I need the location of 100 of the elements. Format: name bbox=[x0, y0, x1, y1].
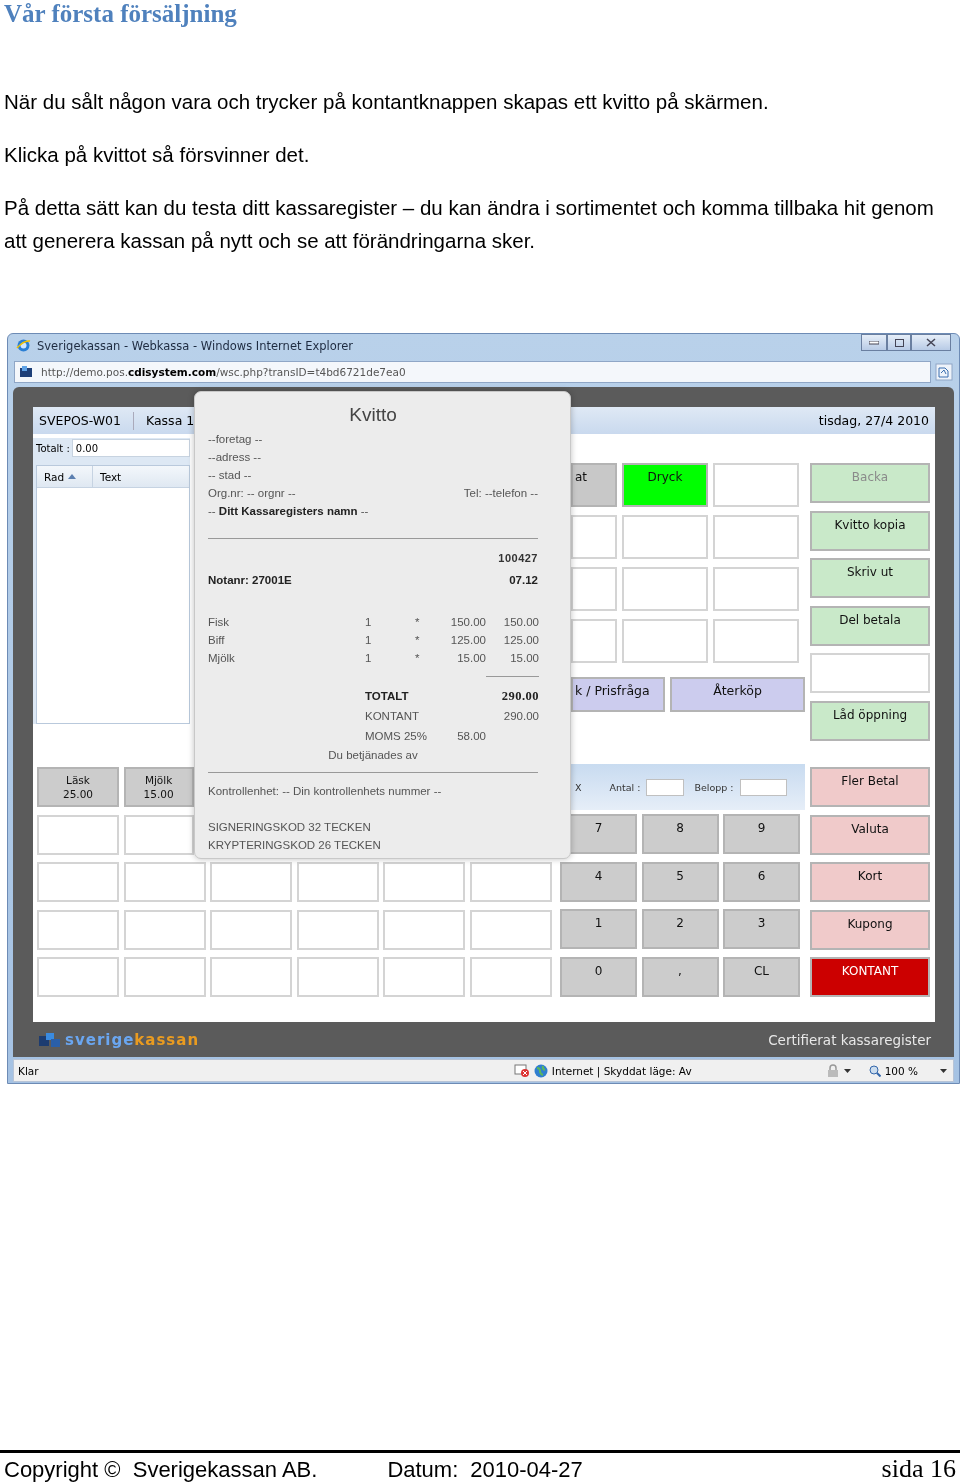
lookup-button[interactable]: Återköp bbox=[670, 677, 805, 712]
keypad-key[interactable]: 8 bbox=[641, 814, 719, 854]
total-field: 0.00 bbox=[71, 439, 190, 457]
empty-button[interactable] bbox=[469, 909, 552, 950]
paragraph: På detta sätt kan du testa ditt kassaregister – du kan ändra i sortimentet och komma tillbaka hit genom att generera kassan på nytt och se att förändringarna sker. bbox=[4, 195, 935, 254]
empty-button[interactable] bbox=[383, 909, 466, 950]
empty-button[interactable] bbox=[622, 567, 708, 611]
empty-button[interactable] bbox=[571, 619, 617, 663]
payment-button[interactable]: Valuta bbox=[810, 814, 930, 855]
empty-button[interactable] bbox=[713, 515, 799, 559]
empty-button[interactable] bbox=[713, 619, 799, 663]
empty-button[interactable] bbox=[622, 619, 708, 663]
function-button[interactable]: Skriv ut bbox=[810, 558, 930, 598]
payment-button[interactable]: Kort bbox=[810, 862, 930, 902]
keypad-key[interactable]: 9 bbox=[723, 814, 800, 854]
empty-button[interactable] bbox=[37, 814, 119, 855]
paragraph: Klicka på kvittot så försvinner det. bbox=[4, 142, 311, 168]
item-name: Mjölk bbox=[208, 652, 236, 664]
lookup-button[interactable]: k / Prisfråga bbox=[571, 677, 665, 712]
keypad-key[interactable]: 2 bbox=[641, 909, 719, 949]
empty-button[interactable] bbox=[210, 957, 293, 997]
payment-button[interactable]: KONTANT bbox=[810, 957, 930, 997]
close-icon bbox=[926, 338, 936, 347]
column-header[interactable]: Rad bbox=[37, 466, 93, 487]
empty-button[interactable] bbox=[123, 814, 194, 855]
address-field[interactable]: http://demo.pos.cdisystem.com/wsc.php?transID=t4bd6721de7ea0 bbox=[14, 361, 931, 383]
total-amount: 290.00 bbox=[500, 688, 539, 704]
register-name: Kassa 1 bbox=[145, 413, 195, 428]
keypad-key[interactable]: 5 bbox=[641, 861, 719, 902]
receipt-popup[interactable] bbox=[194, 391, 571, 859]
empty-button[interactable] bbox=[571, 567, 617, 611]
maximize-button[interactable] bbox=[887, 334, 911, 351]
keypad-key[interactable]: 0 bbox=[560, 956, 637, 997]
empty-button[interactable] bbox=[37, 909, 119, 950]
empty-button[interactable] bbox=[713, 567, 799, 611]
item-price: 125.00 bbox=[449, 634, 486, 646]
empty-button[interactable] bbox=[383, 862, 466, 902]
quantity-field[interactable] bbox=[646, 778, 685, 796]
keypad-key[interactable]: 6 bbox=[723, 861, 800, 902]
empty-button[interactable] bbox=[123, 957, 206, 997]
company-line: --adress -- bbox=[208, 450, 263, 465]
keypad-key[interactable]: 4 bbox=[560, 861, 637, 902]
close-button[interactable] bbox=[911, 334, 951, 351]
empty-button[interactable] bbox=[210, 862, 293, 902]
compatibility-view-icon[interactable] bbox=[935, 363, 953, 381]
empty-button[interactable] bbox=[713, 463, 799, 507]
company-line: -- stad -- bbox=[208, 468, 253, 483]
receipt-date: 100427 bbox=[498, 551, 538, 566]
caret-icon[interactable] bbox=[843, 1068, 851, 1073]
item-price: 150.00 bbox=[449, 616, 486, 628]
function-button[interactable]: Låd öppning bbox=[810, 700, 930, 741]
empty-button[interactable] bbox=[469, 862, 552, 902]
item-quantity: 1 bbox=[365, 616, 373, 628]
function-button[interactable]: Del betala bbox=[810, 605, 930, 646]
function-button[interactable]: Kvitto kopia bbox=[810, 510, 930, 551]
payment-button[interactable]: Fler Betal bbox=[810, 767, 930, 807]
product-button[interactable]: Läsk 25.00 bbox=[37, 767, 119, 807]
keypad-key[interactable]: 3 bbox=[723, 909, 800, 949]
item-name: Biff bbox=[208, 634, 226, 646]
item-total: 125.00 bbox=[502, 634, 539, 646]
total-label: TOTALT bbox=[365, 690, 410, 702]
empty-button[interactable] bbox=[296, 957, 379, 997]
register-name-line: -- Ditt Kassaregisters namn -- bbox=[208, 504, 370, 519]
brand-name: sverigekassan bbox=[65, 1030, 200, 1049]
amount-field[interactable] bbox=[739, 778, 787, 796]
minimize-button[interactable] bbox=[861, 334, 887, 351]
code-line: SIGNERINGSKOD 32 TECKEN bbox=[208, 820, 372, 835]
zoom-level[interactable]: 100 % bbox=[884, 1064, 918, 1077]
empty-button[interactable] bbox=[383, 957, 466, 997]
category-button[interactable]: at bbox=[571, 463, 617, 507]
empty-button[interactable] bbox=[622, 515, 708, 559]
empty-button[interactable] bbox=[123, 862, 206, 902]
column-header[interactable]: Text bbox=[93, 466, 189, 487]
document-date: 2010-04-27 bbox=[470, 1457, 583, 1483]
keypad-key[interactable]: CL bbox=[723, 956, 800, 997]
empty-button[interactable] bbox=[37, 862, 119, 902]
payment-amount: 290.00 bbox=[502, 710, 539, 722]
empty-button[interactable] bbox=[810, 653, 930, 693]
zoom-icon[interactable] bbox=[868, 1064, 881, 1077]
empty-button[interactable] bbox=[296, 909, 379, 950]
empty-button[interactable] bbox=[123, 909, 206, 950]
globe-icon bbox=[533, 1063, 548, 1078]
item-name: Fisk bbox=[208, 616, 231, 628]
multiply-label: X bbox=[575, 781, 582, 793]
amount-label: Belopp : bbox=[694, 781, 734, 793]
keypad-key[interactable]: , bbox=[641, 956, 719, 997]
category-button[interactable]: Dryck bbox=[622, 463, 708, 507]
empty-button[interactable] bbox=[296, 862, 379, 902]
empty-button[interactable] bbox=[469, 957, 552, 997]
copyright: Copyright © Sverigekassan AB. bbox=[4, 1457, 318, 1483]
date-label: Datum: bbox=[387, 1457, 459, 1483]
payment-button[interactable]: Kupong bbox=[810, 909, 930, 950]
minimize-icon bbox=[869, 340, 879, 345]
empty-button[interactable] bbox=[210, 909, 293, 950]
caret-icon[interactable] bbox=[940, 1068, 947, 1073]
empty-button[interactable] bbox=[37, 957, 119, 997]
keypad-key[interactable]: 1 bbox=[560, 909, 637, 949]
empty-button[interactable] bbox=[571, 515, 617, 559]
served-by: Du betjänades av bbox=[328, 748, 418, 763]
product-button[interactable]: Mjölk 15.00 bbox=[123, 767, 194, 807]
